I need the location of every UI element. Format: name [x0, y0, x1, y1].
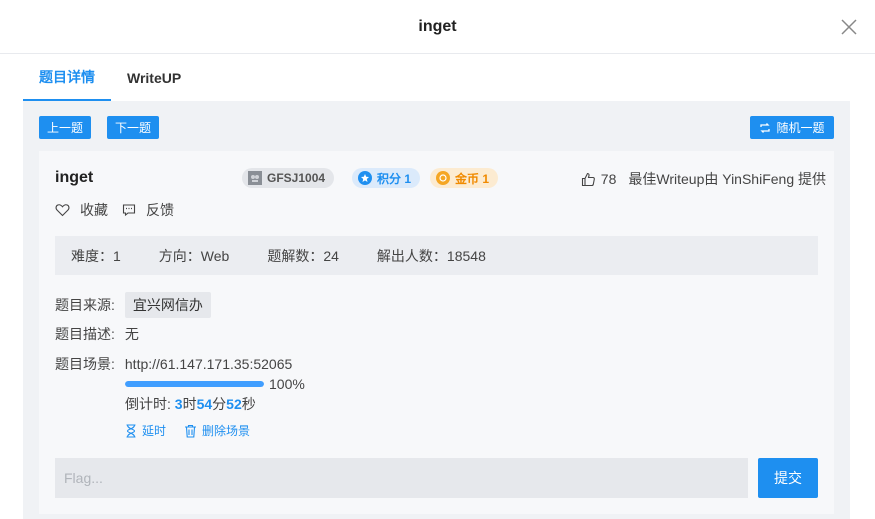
description-label: 题目描述: — [55, 326, 115, 342]
random-icon — [759, 122, 771, 134]
scene-actions: 延时 删除场景 — [125, 422, 268, 439]
extend-button[interactable]: 延时 — [125, 422, 166, 439]
scene-url[interactable]: http://61.147.171.35:52065 — [125, 356, 292, 372]
score-badge-text: 积分 1 — [377, 171, 412, 186]
random-problem-button[interactable]: 随机一题 — [750, 116, 834, 139]
avatar-icon — [248, 171, 262, 185]
countdown-seconds-unit: 秒 — [241, 396, 256, 412]
source-label: 题目来源: — [55, 297, 115, 313]
author-badge: GFSJ1004 — [242, 168, 335, 188]
progress-track — [125, 381, 264, 387]
countdown-prefix: 倒计时: — [125, 396, 175, 412]
source-row: 题目来源: 宜兴网信办 — [55, 292, 211, 318]
feedback-button[interactable]: 反馈 — [122, 200, 174, 220]
submit-button[interactable]: 提交 — [758, 458, 818, 498]
stat-writeups: 题解数：24 — [267, 247, 339, 264]
coin-icon — [436, 171, 450, 185]
scene-row: 题目场景: http://61.147.171.35:52065 — [55, 354, 292, 374]
modal-header: inget — [0, 0, 875, 54]
score-badge: 积分 1 — [352, 168, 421, 188]
score-icon — [358, 171, 372, 185]
stat-difficulty: 难度：1 — [71, 247, 121, 264]
feedback-label: 反馈 — [146, 202, 174, 218]
likes-info: 78 最佳Writeup由 YinShiFeng 提供 — [581, 169, 826, 189]
problem-stats: 难度：1 方向：Web 题解数：24 解出人数：18548 — [55, 236, 818, 275]
stat-direction: 方向：Web — [158, 247, 230, 264]
coin-badge-text: 金币 1 — [455, 171, 490, 186]
countdown-hours-unit: 时 — [182, 396, 197, 412]
next-problem-button[interactable]: 下一题 — [107, 116, 159, 139]
best-writeup-text: 最佳Writeup由 YinShiFeng 提供 — [628, 171, 826, 187]
favorite-label: 收藏 — [80, 202, 108, 218]
tab-bar: 题目详情 WriteUP — [23, 54, 197, 101]
delete-scene-label: 删除场景 — [202, 424, 251, 438]
description-row: 题目描述: 无 — [55, 324, 139, 344]
likes-count: 78 — [600, 171, 617, 187]
prev-problem-button[interactable]: 上一题 — [39, 116, 91, 139]
countdown-hours: 3 — [174, 396, 183, 412]
modal-title: inget — [418, 17, 457, 35]
progress-text: 100% — [269, 376, 305, 392]
countdown: 倒计时: 3 时 54 分 52 秒 — [125, 394, 256, 414]
scene-label: 题目场景: — [55, 356, 115, 372]
source-tag: 宜兴网信办 — [124, 292, 211, 318]
extend-label: 延时 — [142, 424, 167, 438]
heart-icon — [55, 203, 75, 217]
flag-input[interactable] — [55, 458, 748, 498]
scene-progress: 100% — [125, 376, 305, 392]
close-icon[interactable] — [841, 19, 857, 35]
hourglass-icon — [125, 423, 142, 438]
tab-details[interactable]: 题目详情 — [23, 54, 111, 101]
description-value: 无 — [124, 326, 139, 342]
author-badge-text: GFSJ1004 — [267, 171, 326, 185]
favorite-button[interactable]: 收藏 — [55, 200, 108, 220]
stat-solvers: 解出人数：18548 — [376, 247, 486, 264]
countdown-minutes-unit: 分 — [212, 396, 227, 412]
coin-badge: 金币 1 — [430, 168, 499, 188]
trash-icon — [184, 424, 202, 438]
problem-actions: 收藏 反馈 — [55, 200, 188, 220]
countdown-seconds: 52 — [226, 396, 242, 412]
problem-title: inget — [55, 169, 94, 186]
problem-card: inget GFSJ1004 积分 1 金币 1 78 最佳Writeup由 Y… — [39, 151, 834, 514]
thumbs-up-icon[interactable] — [581, 172, 596, 187]
delete-scene-button[interactable]: 删除场景 — [184, 422, 250, 439]
feedback-icon — [122, 203, 141, 217]
problem-modal: inget 题目详情 WriteUP 上一题 下一题 随机一题 inget GF… — [0, 0, 875, 519]
details-panel: 上一题 下一题 随机一题 inget GFSJ1004 积分 1 金币 1 78… — [23, 101, 850, 519]
progress-fill — [125, 381, 264, 387]
countdown-minutes: 54 — [196, 396, 213, 412]
tab-writeup[interactable]: WriteUP — [111, 54, 197, 101]
random-button-label: 随机一题 — [776, 121, 825, 135]
